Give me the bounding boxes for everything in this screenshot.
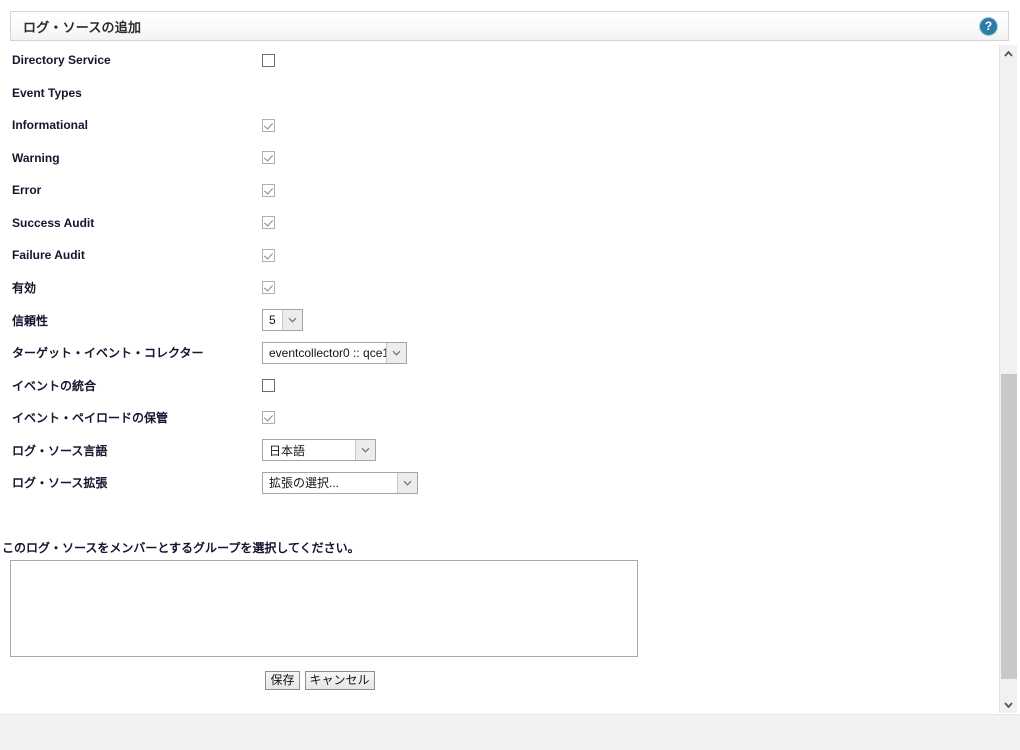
dialog-title-bar: ログ・ソースの追加 ?: [10, 11, 1009, 41]
vertical-scrollbar[interactable]: [999, 45, 1017, 713]
form-row-field: 信頼性 5: [0, 304, 996, 336]
checkbox-warning[interactable]: [262, 151, 275, 164]
form-row-failure-audit: Failure Audit: [0, 239, 996, 271]
select-value: 5: [269, 313, 276, 327]
save-button[interactable]: 保存: [265, 671, 300, 690]
field-label: 有効: [12, 281, 37, 295]
field-control: 日本語: [262, 439, 996, 461]
chevron-down-icon[interactable]: [1000, 696, 1017, 713]
scroll-thumb[interactable]: [1001, 374, 1017, 679]
field-label: ログ・ソース言語: [12, 443, 108, 458]
field-control: 拡張の選択...: [262, 471, 996, 494]
chevron-down-icon[interactable]: [397, 472, 417, 493]
field-control: [262, 411, 996, 424]
select-field[interactable]: 5: [262, 309, 303, 331]
checkbox-field[interactable]: [262, 411, 275, 424]
chevron-down-icon[interactable]: [386, 342, 406, 363]
form-row-success-audit: Success Audit: [0, 207, 996, 239]
chevron-down-icon[interactable]: [282, 310, 302, 330]
form-row-field: ログ・ソース言語 日本語: [0, 434, 996, 466]
form-row-directory-service: Directory Service: [0, 44, 996, 76]
field-label: 信頼性: [12, 313, 49, 328]
select-field[interactable]: eventcollector0 :: qce1: [262, 341, 407, 364]
field-control: [262, 378, 996, 392]
form-row-error: Error: [0, 174, 996, 206]
form-row-informational: Informational: [0, 109, 996, 141]
checkbox-failure-audit[interactable]: [262, 248, 275, 262]
select-field[interactable]: 拡張の選択...: [262, 471, 418, 494]
checkbox-success-audit[interactable]: [262, 216, 275, 229]
field-control: [262, 216, 996, 229]
page-title: ログ・ソースの追加: [23, 19, 142, 35]
select-value: eventcollector0 :: qce1: [269, 345, 386, 360]
select-value: 日本語: [269, 443, 306, 458]
checkbox-field[interactable]: [262, 378, 275, 392]
form-row-field: ターゲット・イベント・コレクター eventcollector0 :: qce1: [0, 337, 996, 369]
group-selection-listbox[interactable]: [10, 560, 638, 657]
field-label: Success Audit: [12, 215, 95, 230]
field-label: Error: [12, 183, 42, 197]
checkbox-error[interactable]: [262, 183, 275, 197]
field-label: ログ・ソース拡張: [12, 476, 108, 490]
checkbox-directory-service[interactable]: [262, 53, 275, 67]
group-selection-prompt: このログ・ソースをメンバーとするグループを選択してください。: [2, 541, 360, 555]
select-value: 拡張の選択...: [269, 476, 340, 490]
help-circle-icon[interactable]: ?: [980, 17, 997, 35]
select-field[interactable]: 日本語: [262, 439, 376, 461]
field-control: [262, 281, 996, 294]
dialog-button-row: 保存 キャンセル: [0, 671, 640, 690]
field-label: ターゲット・イベント・コレクター: [12, 346, 204, 360]
field-control: 5: [262, 309, 996, 331]
form-row-field: 有効: [0, 272, 996, 304]
field-control: [262, 248, 996, 262]
form-scroll-region: Directory Service Event Types Informationa…: [0, 44, 996, 713]
form-row-event-types: Event Types: [0, 77, 996, 109]
field-label: イベントの統合: [12, 378, 97, 393]
page-footer: [0, 714, 1020, 750]
field-label: Failure Audit: [12, 248, 85, 262]
checkbox-informational[interactable]: [262, 118, 275, 132]
field-label: Directory Service: [12, 53, 111, 67]
field-label: Informational: [12, 118, 89, 132]
field-control: [262, 53, 996, 67]
checkbox-field[interactable]: [262, 281, 275, 294]
field-control: eventcollector0 :: qce1: [262, 341, 996, 364]
field-label: Warning: [12, 150, 60, 165]
chevron-down-icon[interactable]: [355, 440, 375, 460]
field-label: イベント・ペイロードの保管: [12, 411, 169, 425]
form-row-field: イベント・ペイロードの保管: [0, 402, 996, 434]
field-label: Event Types: [12, 85, 82, 100]
field-control: [262, 151, 996, 164]
field-control: [262, 118, 996, 132]
form-row-field: イベントの統合: [0, 369, 996, 401]
form-row-field: ログ・ソース拡張 拡張の選択...: [0, 467, 996, 499]
cancel-button[interactable]: キャンセル: [304, 671, 375, 690]
chevron-up-icon[interactable]: [1000, 45, 1017, 62]
form-row-warning: Warning: [0, 142, 996, 174]
field-control: [262, 183, 996, 197]
